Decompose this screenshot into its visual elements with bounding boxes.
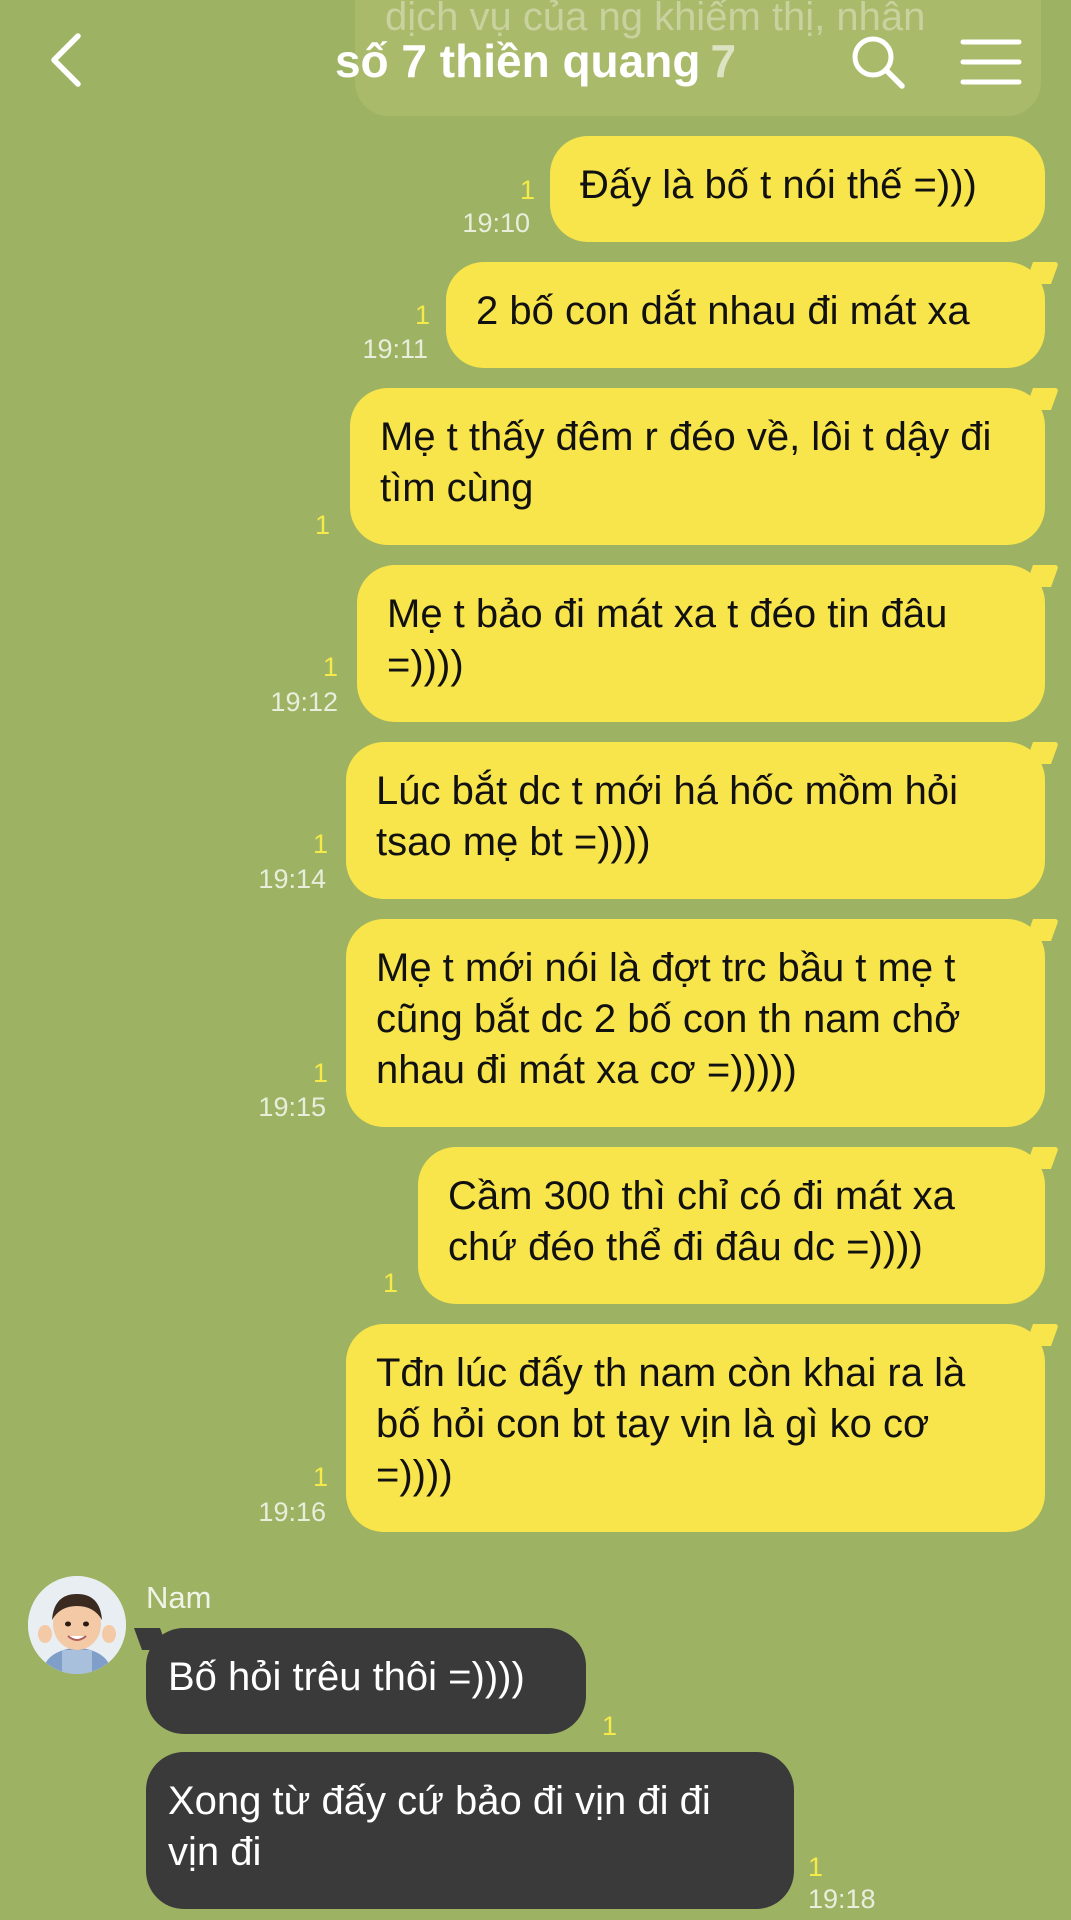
read-count: 1 [414, 300, 430, 330]
message-time: 19:16 [258, 1497, 326, 1527]
message-text: Mẹ t thấy đêm r đéo về, lôi t dậy đi tìm… [380, 415, 992, 510]
message-bubble-incoming[interactable]: Bố hỏi trêu thôi =)))) [146, 1628, 586, 1734]
member-count: 7 [710, 35, 737, 87]
message-time: 19:14 [258, 864, 326, 894]
message-bubble-outgoing[interactable]: Tđn lúc đấy th nam còn khai ra là bố hỏi… [346, 1324, 1045, 1532]
read-count: 1 [314, 510, 330, 540]
chat-title[interactable]: số 7 thiền quang 7 [200, 34, 871, 88]
message-bubble-outgoing[interactable]: Cầm 300 thì chỉ có đi mát xa chứ đéo thể… [418, 1147, 1045, 1304]
message-text: 2 bố con dắt nhau đi mát xa [476, 289, 970, 333]
message-bubble-incoming[interactable]: Xong từ đấy cứ bảo đi vịn đi đi vịn đi [146, 1752, 794, 1909]
message-time: 19:10 [462, 208, 530, 238]
search-button[interactable] [850, 34, 906, 90]
message-text: Lúc bắt dc t mới há hốc mồm hỏi tsao mẹ … [376, 769, 959, 864]
message-time: 19:12 [270, 687, 338, 717]
message-text: Tđn lúc đấy th nam còn khai ra là bố hỏi… [376, 1351, 966, 1497]
read-count: 1 [808, 1852, 824, 1882]
message-text: Mẹ t mới nói là đợt trc bầu t mẹ t cũng … [376, 946, 961, 1092]
avatar-child-photo [28, 1576, 126, 1674]
message-text: Bố hỏi trêu thôi =)))) [168, 1655, 525, 1699]
read-count: 1 [312, 829, 328, 859]
message-time: 19:15 [258, 1092, 326, 1122]
read-count: 1 [519, 175, 535, 205]
message-text: Mẹ t bảo đi mát xa t đéo tin đâu =)))) [387, 592, 948, 687]
message-text: Cầm 300 thì chỉ có đi mát xa chứ đéo thể… [448, 1174, 955, 1269]
sender-name: Nam [146, 1580, 212, 1615]
search-icon [852, 36, 905, 89]
menu-button[interactable] [960, 38, 1022, 86]
read-count: 1 [312, 1462, 328, 1492]
avatar[interactable] [28, 1576, 126, 1674]
read-count: 1 [312, 1058, 328, 1088]
message-bubble-outgoing[interactable]: Đấy là bố t nói thế =))) [550, 136, 1045, 242]
chevron-left-icon [51, 33, 81, 87]
message-bubble-outgoing[interactable]: Mẹ t mới nói là đợt trc bầu t mẹ t cũng … [346, 919, 1045, 1127]
message-text: Đấy là bố t nói thế =))) [580, 163, 977, 207]
read-count: 1 [382, 1268, 398, 1298]
message-time: 19:18 [808, 1884, 876, 1914]
chat-header: dịch vụ của ng khiếm thị, nhân số 7 thiề… [0, 0, 1071, 128]
message-bubble-outgoing[interactable]: Mẹ t bảo đi mát xa t đéo tin đâu =)))) [357, 565, 1045, 722]
hamburger-menu-icon [960, 39, 1022, 85]
message-time: 19:11 [362, 334, 428, 364]
message-text: Xong từ đấy cứ bảo đi vịn đi đi vịn đi [168, 1779, 711, 1874]
chat-title-text: số 7 thiền quang [334, 35, 701, 87]
message-bubble-outgoing[interactable]: Mẹ t thấy đêm r đéo về, lôi t dậy đi tìm… [350, 388, 1045, 545]
back-button[interactable] [40, 30, 90, 90]
message-bubble-outgoing[interactable]: 2 bố con dắt nhau đi mát xa [446, 262, 1045, 368]
read-count: 1 [602, 1711, 618, 1741]
read-count: 1 [322, 652, 338, 682]
message-bubble-outgoing[interactable]: Lúc bắt dc t mới há hốc mồm hỏi tsao mẹ … [346, 742, 1045, 899]
chat-screen: dịch vụ của ng khiếm thị, nhân số 7 thiề… [0, 0, 1071, 1920]
